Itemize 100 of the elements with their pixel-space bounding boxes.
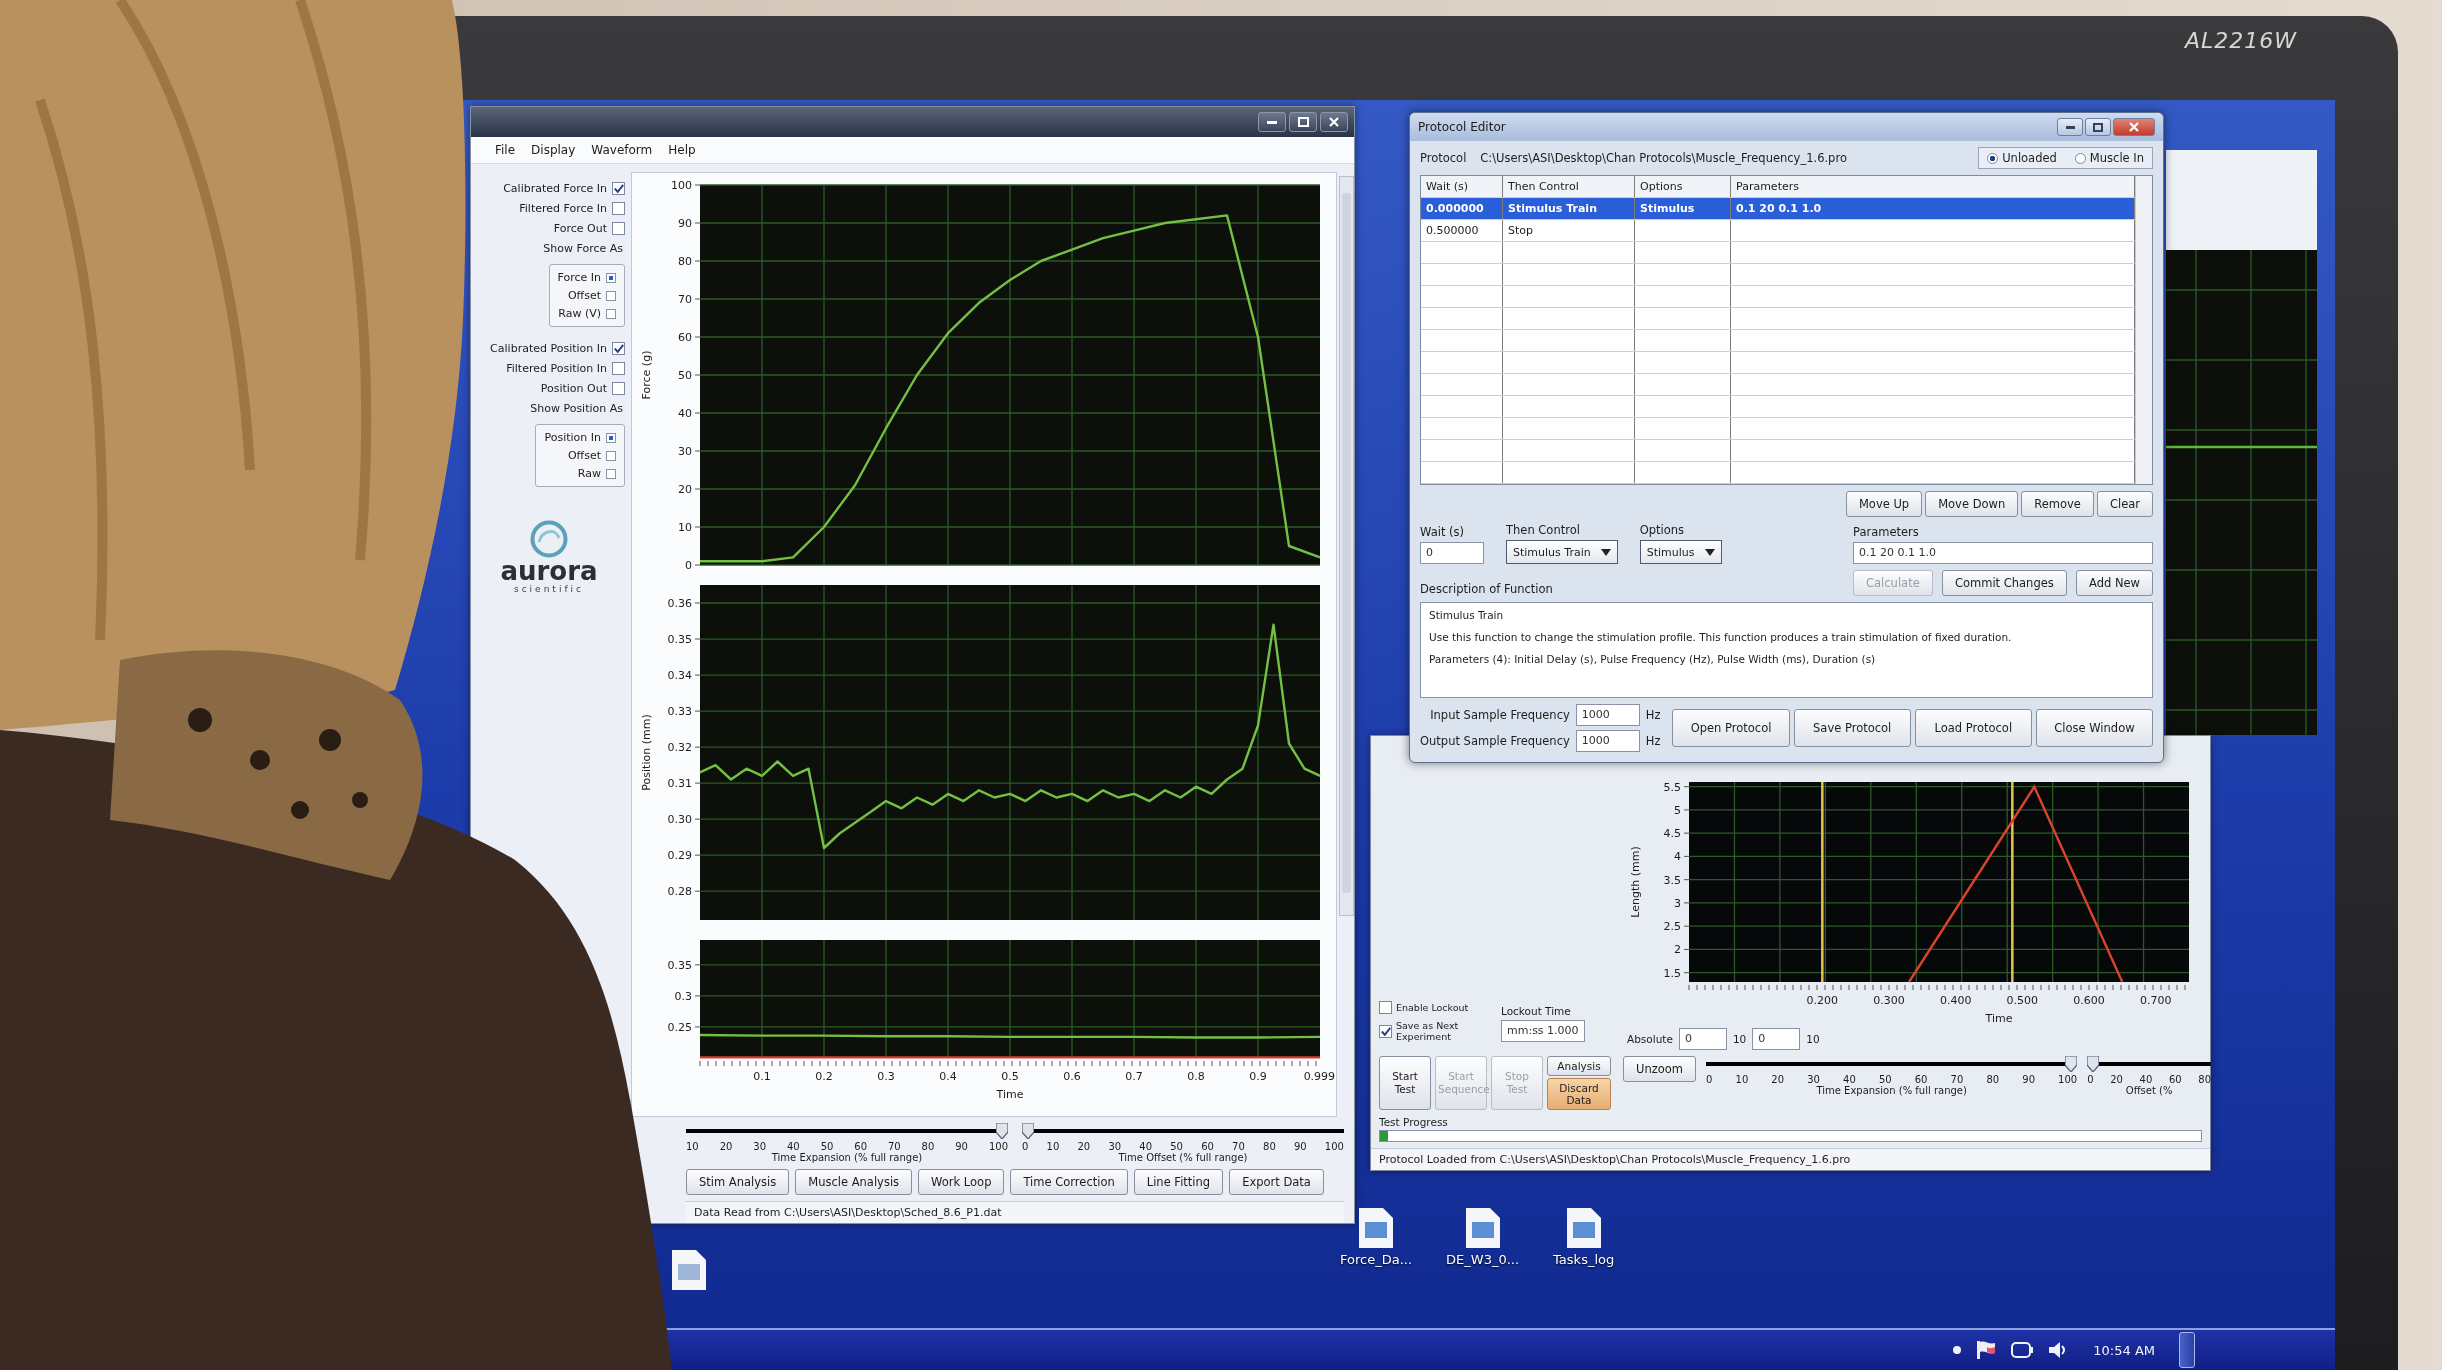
action-button[interactable]: Close Window xyxy=(2035,709,2153,747)
unzoom-button[interactable]: Unzoom xyxy=(1623,1056,1697,1082)
show-desktop-button[interactable] xyxy=(2179,1332,2195,1368)
action-button[interactable]: Commit Changes xyxy=(1941,570,2067,596)
action-button[interactable]: Open Protocol xyxy=(1672,709,1790,747)
close-button[interactable] xyxy=(1320,112,1348,132)
speaker-icon[interactable] xyxy=(2049,1342,2068,1358)
minimize-button[interactable] xyxy=(2057,118,2083,136)
flag-icon[interactable] xyxy=(1977,1341,1996,1359)
checkbox[interactable] xyxy=(1379,1024,1392,1038)
radio-button[interactable] xyxy=(1987,152,1999,164)
file-icon[interactable] xyxy=(672,1250,706,1290)
action-button[interactable]: Discard Data xyxy=(1547,1078,1611,1110)
checkbox[interactable] xyxy=(612,362,625,375)
tick-label: 100 xyxy=(1324,1141,1344,1152)
y-tick-label: 30 xyxy=(678,445,692,458)
y-tick-label: 0.35 xyxy=(667,958,692,972)
menu-item[interactable]: Help xyxy=(660,141,704,159)
table-row[interactable]: 0.500000 Stop xyxy=(1421,220,2135,242)
icon-label[interactable]: Tasks_log xyxy=(1553,1252,1615,1267)
menu-item[interactable]: Display xyxy=(523,141,584,159)
column-header[interactable]: Options xyxy=(1635,176,1731,197)
action-button[interactable]: Save Protocol xyxy=(1793,709,1911,747)
list-button[interactable]: Move Down xyxy=(1925,491,2019,517)
cursor-line[interactable] xyxy=(2011,782,2014,982)
list-button[interactable]: Move Up xyxy=(1845,491,1923,517)
action-button[interactable]: Load Protocol xyxy=(1914,709,2032,747)
menu-item[interactable]: File xyxy=(487,141,524,159)
checkbox[interactable] xyxy=(612,342,625,355)
input-field[interactable]: 1000 xyxy=(1575,730,1640,752)
icon-label[interactable]: DE_W3_0... xyxy=(1446,1252,1520,1267)
tick-label: 50 xyxy=(820,1141,834,1152)
action-button[interactable]: Start Test xyxy=(1379,1056,1431,1110)
x-tick-label: 0.9 xyxy=(1249,1070,1267,1083)
y-tick-label: 2 xyxy=(1674,943,1681,957)
action-button[interactable]: Export Data xyxy=(1229,1169,1324,1195)
vertical-scrollbar[interactable] xyxy=(2135,176,2152,484)
option-button[interactable] xyxy=(606,450,616,461)
option-button[interactable] xyxy=(606,290,616,301)
option-button[interactable] xyxy=(606,272,616,283)
unit-label: Hz xyxy=(1645,708,1661,722)
option-button[interactable] xyxy=(606,308,616,319)
action-button[interactable]: Work Loop xyxy=(918,1169,1005,1195)
clock-text[interactable]: 10:54 AM xyxy=(2093,1342,2155,1358)
action-button[interactable]: Muscle Analysis xyxy=(795,1169,913,1195)
action-button[interactable]: Analysis xyxy=(1547,1056,1611,1076)
tray-dot-icon[interactable] xyxy=(1953,1346,1962,1354)
tick-label: 100 xyxy=(2058,1074,2078,1085)
action-button[interactable]: Stim Analysis xyxy=(686,1169,790,1195)
battery-icon[interactable] xyxy=(2011,1342,2034,1358)
close-icon xyxy=(1329,117,1339,127)
icon-label[interactable]: Force_Da... xyxy=(1340,1252,1413,1267)
tick-label: 50 xyxy=(1878,1074,1892,1085)
input-field[interactable]: 0 xyxy=(1752,1028,1801,1050)
dropdown[interactable]: Stimulus Train xyxy=(1506,540,1618,564)
file-icon[interactable] xyxy=(1359,1208,1393,1248)
y-tick-label: 50 xyxy=(678,369,692,382)
checkbox[interactable] xyxy=(612,202,625,215)
field-label: Protocol xyxy=(1420,151,1467,165)
checkbox[interactable] xyxy=(612,182,625,195)
table-cell: Stop xyxy=(1503,220,1635,241)
input-field[interactable]: 1000 xyxy=(1575,704,1640,726)
checkbox[interactable] xyxy=(612,382,625,395)
action-button[interactable]: Add New xyxy=(2076,570,2153,596)
y-tick-label: 10 xyxy=(678,521,692,534)
input-field[interactable]: 0.1 20 0.1 1.0 xyxy=(1853,542,2153,564)
checkbox[interactable] xyxy=(612,222,625,235)
column-header[interactable]: Then Control xyxy=(1503,176,1635,197)
file-icon[interactable] xyxy=(1566,1208,1601,1248)
option-button[interactable] xyxy=(606,468,616,479)
input-field[interactable]: 0 xyxy=(1678,1028,1727,1050)
cursor-line[interactable] xyxy=(1821,782,1824,982)
y-tick-label: 5 xyxy=(1674,803,1681,817)
tick-label: 80 xyxy=(921,1141,935,1152)
file-icon[interactable] xyxy=(1465,1208,1500,1248)
maximize-button[interactable] xyxy=(2085,118,2111,136)
action-button[interactable]: Time Correction xyxy=(1010,1169,1128,1195)
y-tick-label: 0.29 xyxy=(667,849,692,863)
y-tick-label: 3 xyxy=(1674,896,1681,910)
slider-thumb[interactable] xyxy=(996,1123,1008,1139)
action-button[interactable]: Line Fitting xyxy=(1133,1169,1224,1195)
input-field[interactable]: mm:ss 1.000 xyxy=(1501,1020,1585,1042)
minimize-button[interactable] xyxy=(1258,112,1286,132)
close-button[interactable] xyxy=(2113,118,2155,136)
column-header[interactable]: Wait (s) xyxy=(1421,176,1503,197)
option-button[interactable] xyxy=(606,432,616,443)
slider-thumb[interactable] xyxy=(2087,1056,2100,1072)
checkbox[interactable] xyxy=(1379,1001,1392,1014)
input-field[interactable]: 0 xyxy=(1420,542,1484,564)
tick-label: 100 xyxy=(988,1141,1008,1152)
list-button[interactable]: Remove xyxy=(2021,491,2094,517)
table-row[interactable]: 0.000000 Stimulus Train Stimulus 0.1 20 0.1 1.0 xyxy=(1421,198,2135,220)
menu-item[interactable]: Waveform xyxy=(583,141,661,159)
maximize-button[interactable] xyxy=(1289,112,1317,132)
slider-thumb[interactable] xyxy=(1022,1123,1034,1139)
radio-button[interactable] xyxy=(2074,152,2086,164)
slider-thumb[interactable] xyxy=(2065,1056,2078,1072)
list-button[interactable]: Clear xyxy=(2096,491,2153,517)
dropdown[interactable]: Stimulus xyxy=(1639,540,1722,564)
vertical-scrollbar[interactable] xyxy=(1339,176,1354,916)
